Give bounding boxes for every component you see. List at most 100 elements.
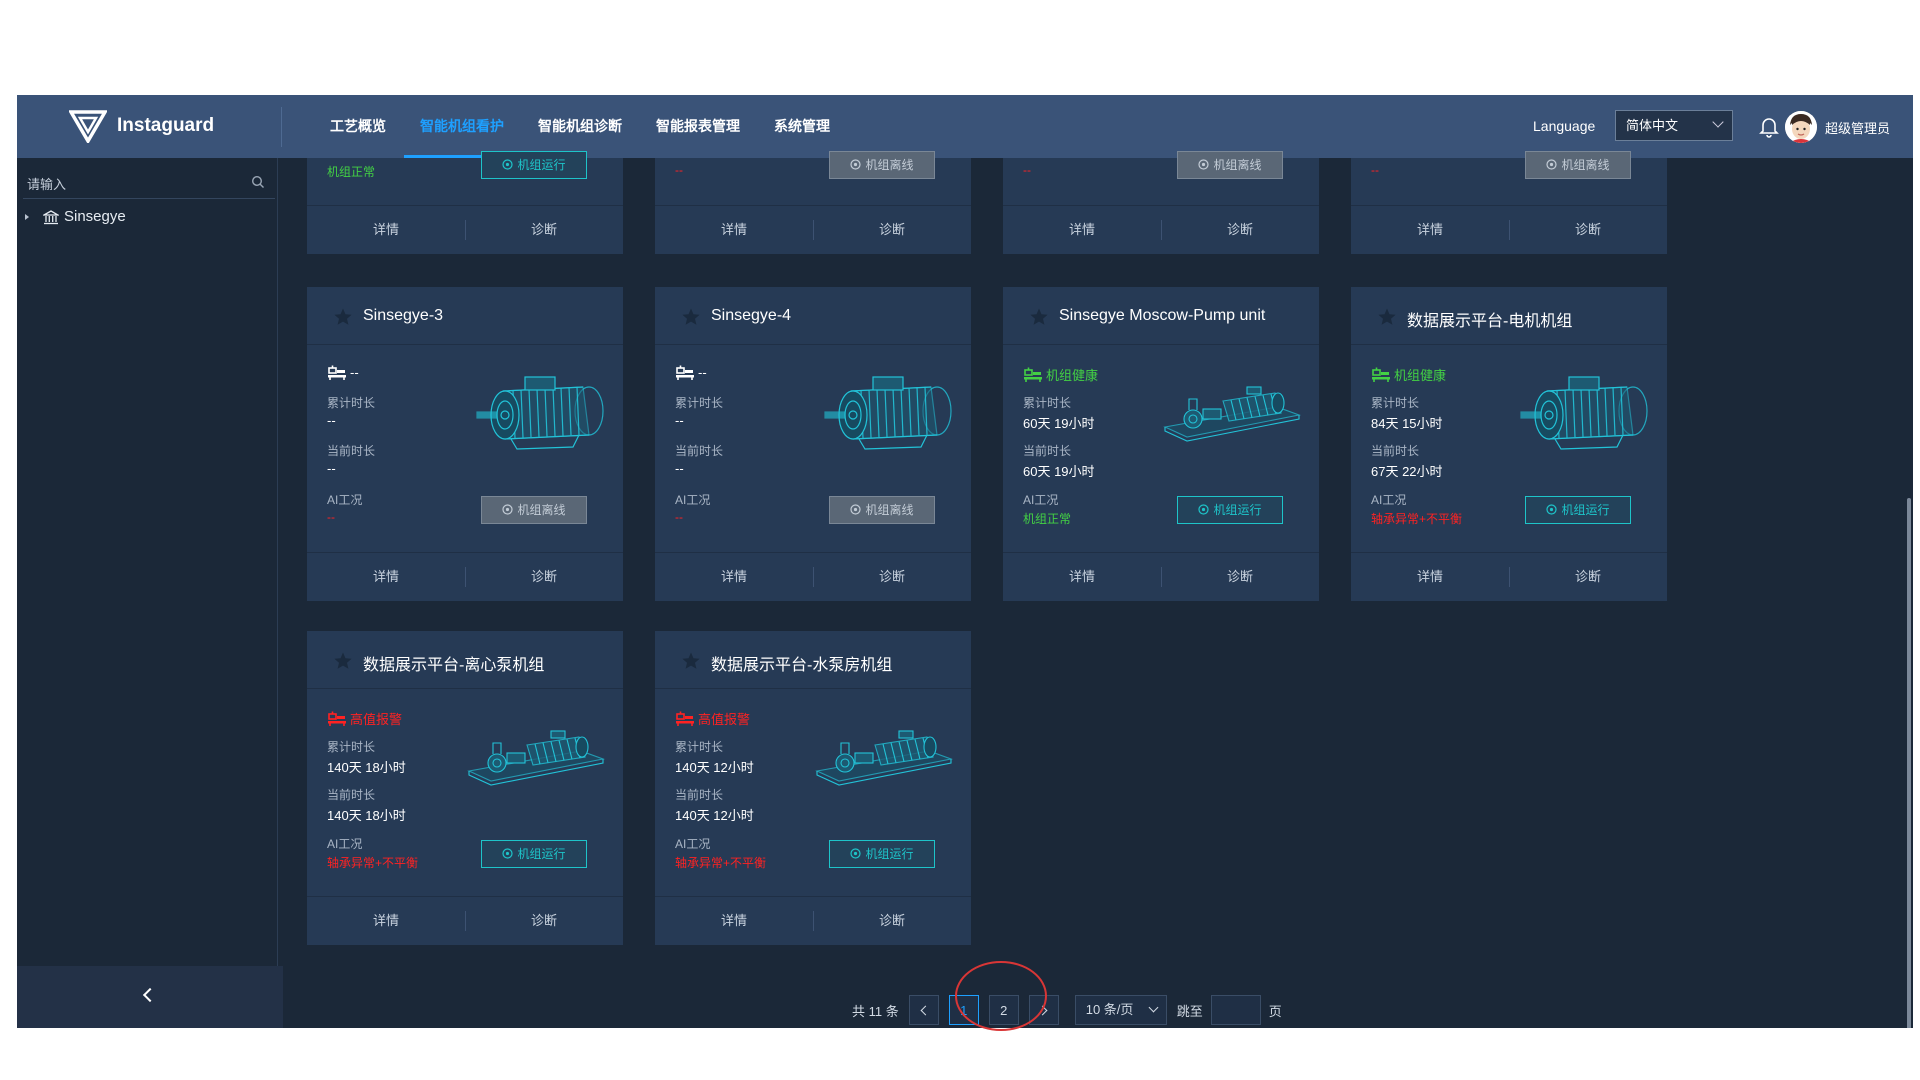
collapse-sidebar-button[interactable] (17, 966, 283, 1028)
total-time-value: 140天 18小时 (327, 760, 406, 775)
unit-run-state-button[interactable]: 机组离线 (829, 496, 935, 524)
instaguard-logo-icon (69, 110, 107, 143)
unit-title[interactable]: 数据展示平台-离心泵机组 (363, 651, 544, 675)
ai-status-value: 轴承异常+不平衡 (675, 856, 767, 870)
unit-health-status: 高值报警 (675, 709, 750, 728)
unit-card-grid: 机组正常 机组运行 详情 诊断 -- 机组离线 详情 诊断 -- 机组离线 详情… (307, 151, 1847, 1028)
run-state-label: 机组离线 (1213, 158, 1262, 172)
unit-run-state-button[interactable]: 机组离线 (481, 496, 587, 524)
favorite-star-icon[interactable] (1029, 307, 1049, 327)
favorite-star-icon[interactable] (1377, 307, 1397, 327)
nav-item-4[interactable]: 系统管理 (774, 95, 830, 158)
unit-card: Sinsegye-4 -- 累计时长 -- 当前时长 -- AI工况 -- 机组… (655, 287, 971, 601)
diagnose-button[interactable]: 诊断 (465, 897, 623, 945)
diagnose-button[interactable]: 诊断 (1161, 206, 1319, 254)
details-button[interactable]: 详情 (1351, 553, 1509, 601)
diagnose-button[interactable]: 诊断 (813, 553, 971, 601)
unit-run-state-button[interactable]: 机组运行 (1177, 496, 1283, 524)
page-2-button[interactable]: 2 (988, 995, 1019, 1025)
unit-run-state-button[interactable]: 机组离线 (1525, 151, 1631, 179)
unit-run-state-button[interactable]: 机组运行 (481, 151, 587, 179)
diagnose-button[interactable]: 诊断 (1509, 206, 1667, 254)
details-button[interactable]: 详情 (1003, 553, 1161, 601)
power-icon (1546, 159, 1558, 170)
card-header: 数据展示平台-电机机组 (1351, 287, 1667, 345)
unit-card-partial: -- 机组离线 详情 诊断 (1351, 151, 1667, 254)
details-button[interactable]: 详情 (655, 553, 813, 601)
search-icon[interactable] (251, 175, 265, 189)
tree-node-label: Sinsegye (64, 208, 126, 225)
current-time-label: 当前时长 (1023, 444, 1072, 458)
unit-run-state-button[interactable]: 机组运行 (1525, 496, 1631, 524)
unit-run-state-button[interactable]: 机组运行 (481, 840, 587, 868)
scrollbar-thumb[interactable] (1907, 498, 1911, 1028)
favorite-star-icon[interactable] (681, 651, 701, 671)
unit-status-icon (676, 365, 694, 380)
content-scrollbar[interactable] (1893, 158, 1913, 1028)
pump-unit-illustration-icon (467, 730, 606, 786)
ai-status-value: -- (675, 510, 683, 524)
search-input[interactable]: 请输入 (23, 166, 275, 199)
unit-title[interactable]: 数据展示平台-电机机组 (1407, 307, 1572, 331)
unit-title[interactable]: Sinsegye-3 (363, 307, 443, 325)
page-1-button[interactable]: 1 (948, 995, 979, 1025)
jump-page-input[interactable] (1210, 995, 1261, 1025)
total-time-label: 累计时长 (1371, 396, 1420, 410)
unit-title[interactable]: Sinsegye-4 (711, 307, 791, 325)
page-size-select[interactable]: 10 条/页 (1074, 995, 1167, 1025)
favorite-star-icon[interactable] (333, 307, 353, 327)
diagnose-button[interactable]: 诊断 (813, 897, 971, 945)
card-header: Sinsegye-4 (655, 287, 971, 345)
details-button[interactable]: 详情 (1003, 206, 1161, 254)
details-button[interactable]: 详情 (307, 553, 465, 601)
motor-illustration-icon (824, 376, 952, 450)
ai-status-value: 轴承异常+不平衡 (1371, 512, 1463, 526)
caret-right-icon[interactable] (25, 213, 29, 220)
diagnose-button[interactable]: 诊断 (813, 206, 971, 254)
diagnose-button[interactable]: 诊断 (465, 553, 623, 601)
card-footer: 详情 诊断 (655, 552, 971, 601)
nav-item-3[interactable]: 智能报表管理 (656, 95, 740, 158)
details-button[interactable]: 详情 (1351, 206, 1509, 254)
prev-page-button[interactable] (908, 995, 939, 1025)
unit-title[interactable]: Sinsegye Moscow-Pump unit (1059, 307, 1265, 325)
unit-status-icon (1024, 367, 1042, 382)
diagnose-button[interactable]: 诊断 (1161, 553, 1319, 601)
unit-title[interactable]: 数据展示平台-水泵房机组 (711, 651, 892, 675)
run-state-label: 机组运行 (517, 158, 566, 172)
language-label: Language (1533, 118, 1596, 134)
unit-card: 数据展示平台-离心泵机组 高值报警 累计时长 140天 18小时 当前时长 14… (307, 631, 623, 945)
nav-item-2[interactable]: 智能机组诊断 (538, 95, 622, 158)
ai-status-value: -- (327, 510, 335, 524)
diagnose-button[interactable]: 诊断 (1509, 553, 1667, 601)
favorite-star-icon[interactable] (681, 307, 701, 327)
tree-node-sinsegye[interactable]: Sinsegye (25, 208, 126, 225)
unit-card-partial: 机组正常 机组运行 详情 诊断 (307, 151, 623, 254)
next-page-button[interactable] (1028, 995, 1059, 1025)
power-icon (1198, 504, 1210, 515)
nav-item-0[interactable]: 工艺概览 (330, 95, 386, 158)
unit-status-icon (328, 711, 346, 726)
total-time-value: 140天 12小时 (675, 760, 754, 775)
ai-status-value: -- (675, 163, 683, 177)
total-time-value: 60天 19小时 (1023, 416, 1095, 431)
details-button[interactable]: 详情 (655, 206, 813, 254)
total-time-label: 累计时长 (1023, 396, 1072, 410)
details-button[interactable]: 详情 (655, 897, 813, 945)
current-time-label: 当前时长 (675, 444, 724, 458)
favorite-star-icon[interactable] (333, 651, 353, 671)
avatar[interactable] (1785, 111, 1817, 143)
unit-run-state-button[interactable]: 机组运行 (829, 840, 935, 868)
run-state-label: 机组运行 (1213, 503, 1262, 517)
nav-item-1[interactable]: 智能机组看护 (404, 95, 520, 158)
bell-icon[interactable] (1757, 114, 1781, 138)
bank-icon (43, 209, 59, 224)
details-button[interactable]: 详情 (307, 206, 465, 254)
unit-run-state-button[interactable]: 机组离线 (1177, 151, 1283, 179)
details-button[interactable]: 详情 (307, 897, 465, 945)
language-select[interactable]: 简体中文 (1615, 110, 1733, 141)
ai-status-label: AI工况 (675, 493, 711, 507)
header-divider (281, 107, 282, 147)
unit-run-state-button[interactable]: 机组离线 (829, 151, 935, 179)
diagnose-button[interactable]: 诊断 (465, 206, 623, 254)
